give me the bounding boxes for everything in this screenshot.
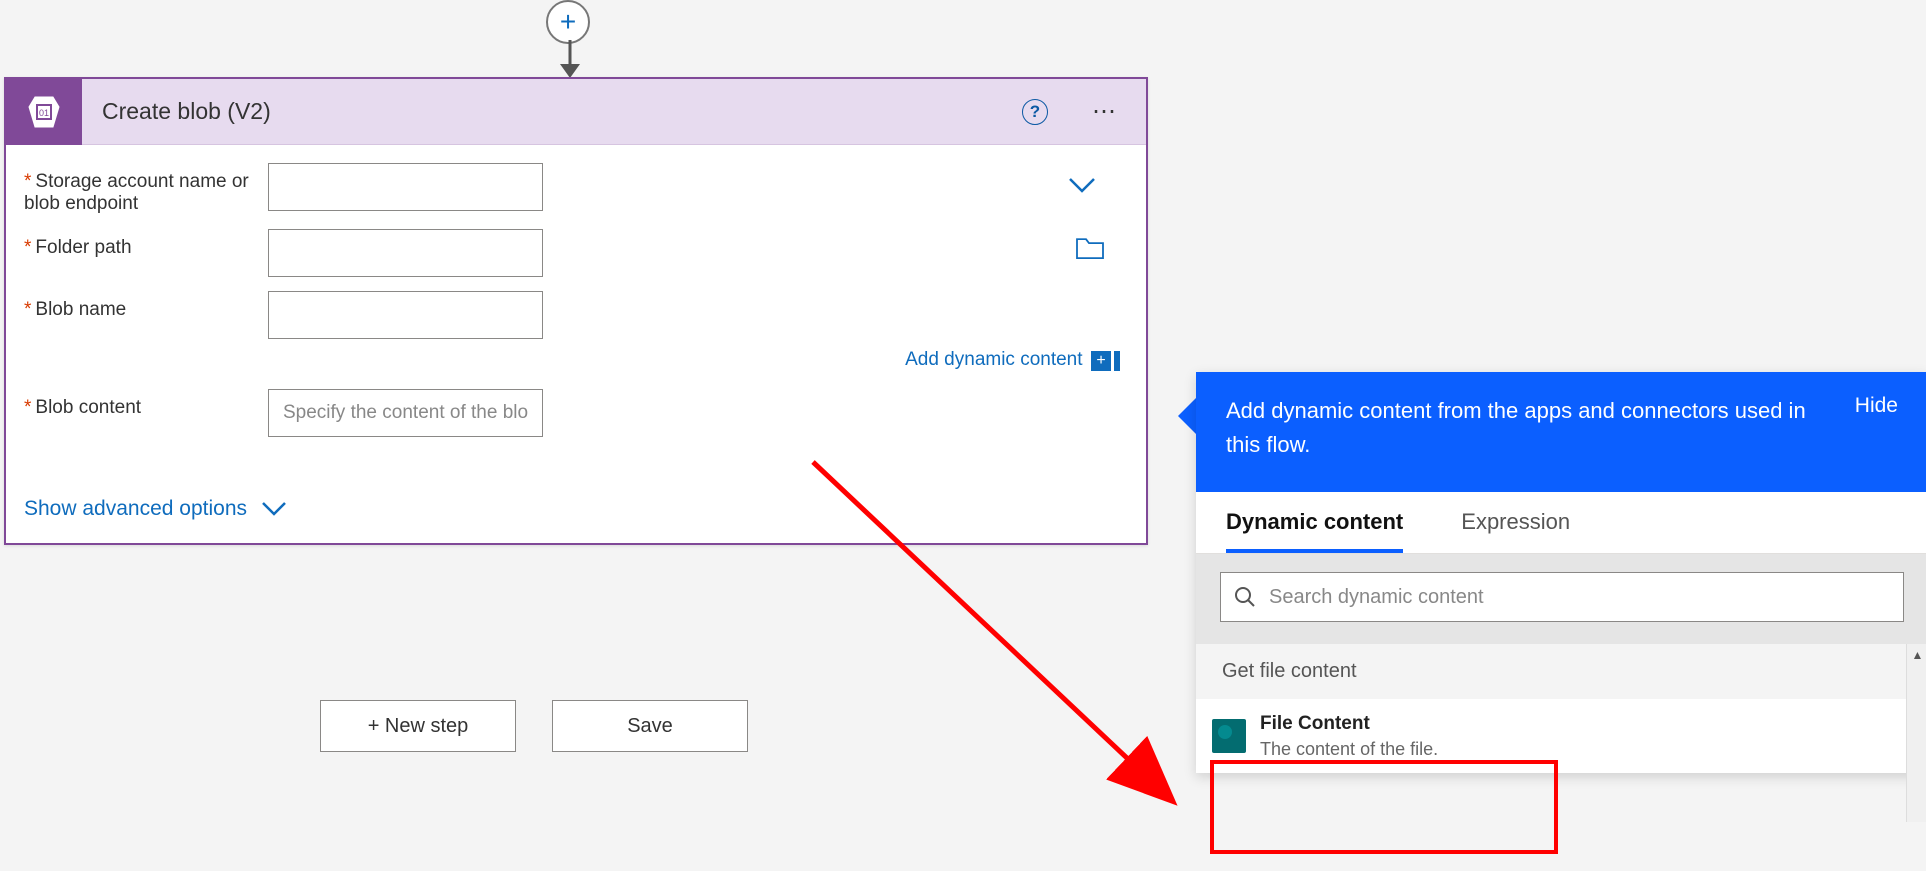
- action-card-title: Create blob (V2): [102, 98, 1022, 125]
- field-storage-account: *Storage account name or blob endpoint: [24, 163, 1120, 215]
- action-card-body: *Storage account name or blob endpoint *…: [6, 145, 1146, 543]
- dynamic-content-panel: Add dynamic content from the apps and co…: [1196, 372, 1926, 773]
- blob-content-input[interactable]: [268, 389, 543, 437]
- tab-expression[interactable]: Expression: [1461, 495, 1570, 553]
- new-step-button[interactable]: + New step: [320, 700, 516, 752]
- flow-connector-arrow: [556, 40, 584, 80]
- action-card-header[interactable]: 01 Create blob (V2) ? ⋯: [6, 79, 1146, 145]
- field-folder-path: *Folder path: [24, 229, 1120, 277]
- dynamic-content-scrollbar[interactable]: ▲: [1906, 644, 1926, 822]
- dynamic-content-section-title: Get file content: [1196, 644, 1926, 699]
- save-button[interactable]: Save: [552, 700, 748, 752]
- bottom-button-row: + New step Save: [320, 700, 748, 752]
- scroll-up-icon[interactable]: ▲: [1907, 644, 1926, 666]
- dynamic-content-tabs: Dynamic content Expression: [1196, 492, 1926, 554]
- help-icon[interactable]: ?: [1022, 99, 1048, 125]
- svg-text:01: 01: [39, 108, 49, 118]
- folder-picker-icon[interactable]: [1076, 238, 1104, 265]
- add-dynamic-content-row: Add dynamic content +: [24, 349, 1120, 371]
- storage-account-input[interactable]: [268, 163, 543, 211]
- dynamic-content-item-text: File Content The content of the file.: [1260, 711, 1438, 761]
- chevron-down-icon[interactable]: [1068, 175, 1096, 195]
- dynamic-content-header: Add dynamic content from the apps and co…: [1196, 372, 1926, 492]
- blob-name-input[interactable]: [268, 291, 543, 339]
- dynamic-content-body: Get file content File Content The conten…: [1196, 644, 1926, 773]
- action-card: 01 Create blob (V2) ? ⋯ *Storage account…: [4, 77, 1148, 545]
- show-advanced-options-link[interactable]: Show advanced options: [24, 497, 287, 521]
- tab-dynamic-content[interactable]: Dynamic content: [1226, 495, 1403, 553]
- dynamic-content-item-file-content[interactable]: File Content The content of the file.: [1196, 699, 1926, 773]
- search-icon: [1234, 586, 1256, 608]
- field-label: *Folder path: [24, 229, 268, 259]
- more-menu-icon[interactable]: ⋯: [1084, 100, 1124, 124]
- dynamic-content-search-input[interactable]: [1220, 572, 1904, 622]
- field-label: *Blob content: [24, 389, 268, 419]
- folder-path-input[interactable]: [268, 229, 543, 277]
- dynamic-content-search-area: [1196, 554, 1926, 644]
- dynamic-content-item-subtitle: The content of the file.: [1260, 737, 1438, 761]
- field-label: *Blob name: [24, 291, 268, 321]
- chevron-down-icon: [261, 500, 287, 518]
- add-dynamic-content-link[interactable]: Add dynamic content: [905, 349, 1082, 370]
- field-label: *Storage account name or blob endpoint: [24, 163, 268, 215]
- add-dynamic-content-expand-icon[interactable]: [1114, 351, 1120, 371]
- dynamic-content-callout-pointer: [1178, 398, 1196, 434]
- dynamic-content-item-title: File Content: [1260, 711, 1438, 737]
- annotation-highlight-box: [1210, 760, 1558, 854]
- field-blob-name: *Blob name: [24, 291, 1120, 339]
- dynamic-content-hide-link[interactable]: Hide: [1855, 394, 1898, 418]
- add-dynamic-content-plus-icon[interactable]: +: [1091, 351, 1111, 371]
- sharepoint-connector-icon: [1212, 719, 1246, 753]
- dynamic-content-header-text: Add dynamic content from the apps and co…: [1226, 394, 1806, 462]
- field-blob-content: *Blob content: [24, 389, 1120, 437]
- add-step-button[interactable]: +: [546, 0, 590, 44]
- blob-connector-icon: 01: [6, 79, 82, 145]
